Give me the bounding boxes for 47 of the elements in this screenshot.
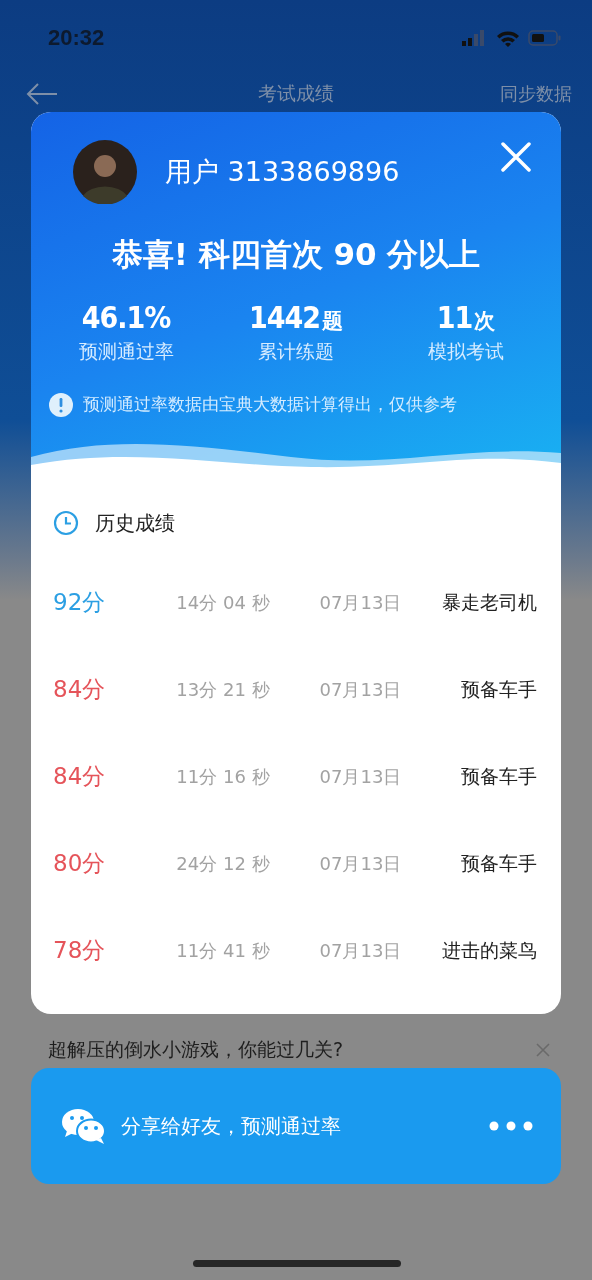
stat-label: 预测通过率 [78,339,174,364]
info-icon [49,393,73,417]
battery-icon [528,30,562,46]
rank-title: 暴走老司机 [441,589,537,615]
wifi-icon [496,29,520,47]
ad-text: 超解压的倒水小游戏，你能过几关? [48,1037,344,1062]
back-arrow-icon[interactable] [26,83,58,105]
stat-unit: 题 [322,308,344,335]
stat-label: 模拟考试 [428,339,504,364]
duration: 13分 21 秒 [175,677,271,702]
rank-title: 进击的菜鸟 [441,937,537,963]
chat-bubbles-icon [61,1107,107,1145]
score: 92分 [53,588,107,617]
share-bar[interactable]: 分享给好友，预测通过率 [31,1068,561,1184]
headline: 恭喜! 科四首次 90 分以上 [110,235,482,274]
date: 07月13日 [318,590,403,615]
stat-value: 1442 [248,300,321,335]
more-icon[interactable] [489,1121,533,1131]
avatar [73,140,137,204]
date: 07月13日 [318,938,403,963]
page-title: 考试成绩 [257,81,335,106]
stat-unit: 次 [474,308,496,335]
stat-value: 46.1% [81,300,171,335]
status-time: 20:32 [48,25,105,51]
duration: 11分 41 秒 [175,938,271,963]
rank-title: 预备车手 [460,850,537,876]
score: 84分 [53,675,107,704]
stat-label: 累计练题 [258,339,334,364]
duration: 24分 12 秒 [175,851,271,876]
notice-text: 预测通过率数据由宝典大数据计算得出，仅供参考 [83,394,457,416]
sync-data-link[interactable]: 同步数据 [500,82,572,106]
score: 78分 [53,936,107,965]
duration: 14分 04 秒 [175,590,271,615]
date: 07月13日 [318,764,403,789]
close-icon [501,142,531,172]
score: 80分 [53,849,107,878]
clock-icon [53,510,79,536]
rank-title: 预备车手 [460,763,537,789]
score: 84分 [53,762,107,791]
rank-title: 预备车手 [460,676,537,702]
duration: 11分 16 秒 [175,764,271,789]
date: 07月13日 [318,851,403,876]
stat-value: 11 [436,300,473,335]
username: 用户 3133869896 [165,155,400,189]
close-button[interactable] [501,142,531,172]
date: 07月13日 [318,677,403,702]
history-title: 历史成绩 [95,509,175,537]
